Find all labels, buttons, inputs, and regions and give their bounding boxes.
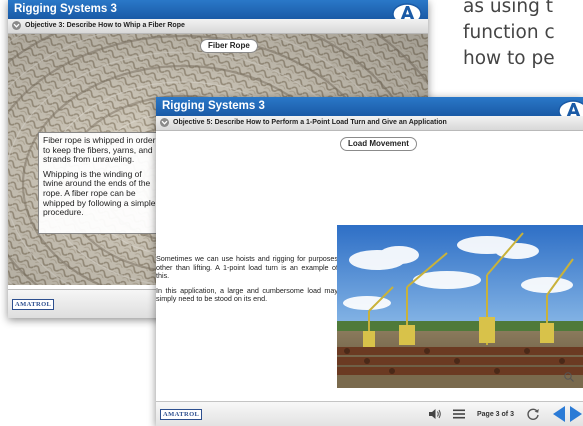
lesson-text-box: Fiber rope is whipped in order to keep t… <box>38 132 166 234</box>
amatrol-logo: AMATROL <box>12 299 55 310</box>
section-label: Load Movement <box>340 137 417 151</box>
background-text-line: as using t <box>463 0 553 17</box>
section-label: Fiber Rope <box>200 39 258 53</box>
objective-text: Objective 3: Describe How to Whip a Fibe… <box>25 22 185 29</box>
hamburger-menu-icon[interactable] <box>453 409 465 419</box>
window-title-bar: Rigging Systems 3 <box>8 0 428 19</box>
back-arrow-icon[interactable] <box>553 406 565 422</box>
lesson-window-load-movement: Rigging Systems 3 Objective 5: Describe … <box>156 97 583 426</box>
window-title: Rigging Systems 3 <box>14 3 117 15</box>
background-text: as using t function c how to pe <box>463 0 555 72</box>
background-text-line: how to pe <box>463 48 555 69</box>
volume-icon[interactable] <box>428 408 442 420</box>
collapse-chevron-icon[interactable] <box>12 21 21 30</box>
load-movement-photo <box>337 225 583 388</box>
lesson-text: Sometimes we can use hoists and rigging … <box>156 254 338 310</box>
background-text-line: function c <box>463 22 555 43</box>
lesson-paragraph: In this application, a large and cumbers… <box>156 285 338 304</box>
navigation-arrows <box>553 406 582 422</box>
window-footer: AMATROL Page 3 of 3 <box>156 401 583 426</box>
lesson-content: Load Movement Sometimes we can use hoist… <box>156 131 583 401</box>
window-title: Rigging Systems 3 <box>162 100 265 112</box>
lesson-paragraph: Whipping is the winding of twine around … <box>43 168 156 218</box>
page-indicator: Page 3 of 3 <box>477 411 514 418</box>
objective-bar: Objective 3: Describe How to Whip a Fibe… <box>8 19 428 34</box>
lesson-paragraph: Fiber rope is whipped in order to keep t… <box>43 135 156 165</box>
objective-text: Objective 5: Describe How to Perform a 1… <box>173 119 447 126</box>
refresh-icon[interactable] <box>526 407 540 421</box>
collapse-chevron-icon[interactable] <box>160 118 169 127</box>
window-title-bar: Rigging Systems 3 <box>156 97 583 116</box>
objective-bar: Objective 5: Describe How to Perform a 1… <box>156 116 583 131</box>
lesson-paragraph: Sometimes we can use hoists and rigging … <box>156 254 338 281</box>
amatrol-logo: AMATROL <box>160 409 203 420</box>
next-arrow-icon[interactable] <box>570 406 582 422</box>
